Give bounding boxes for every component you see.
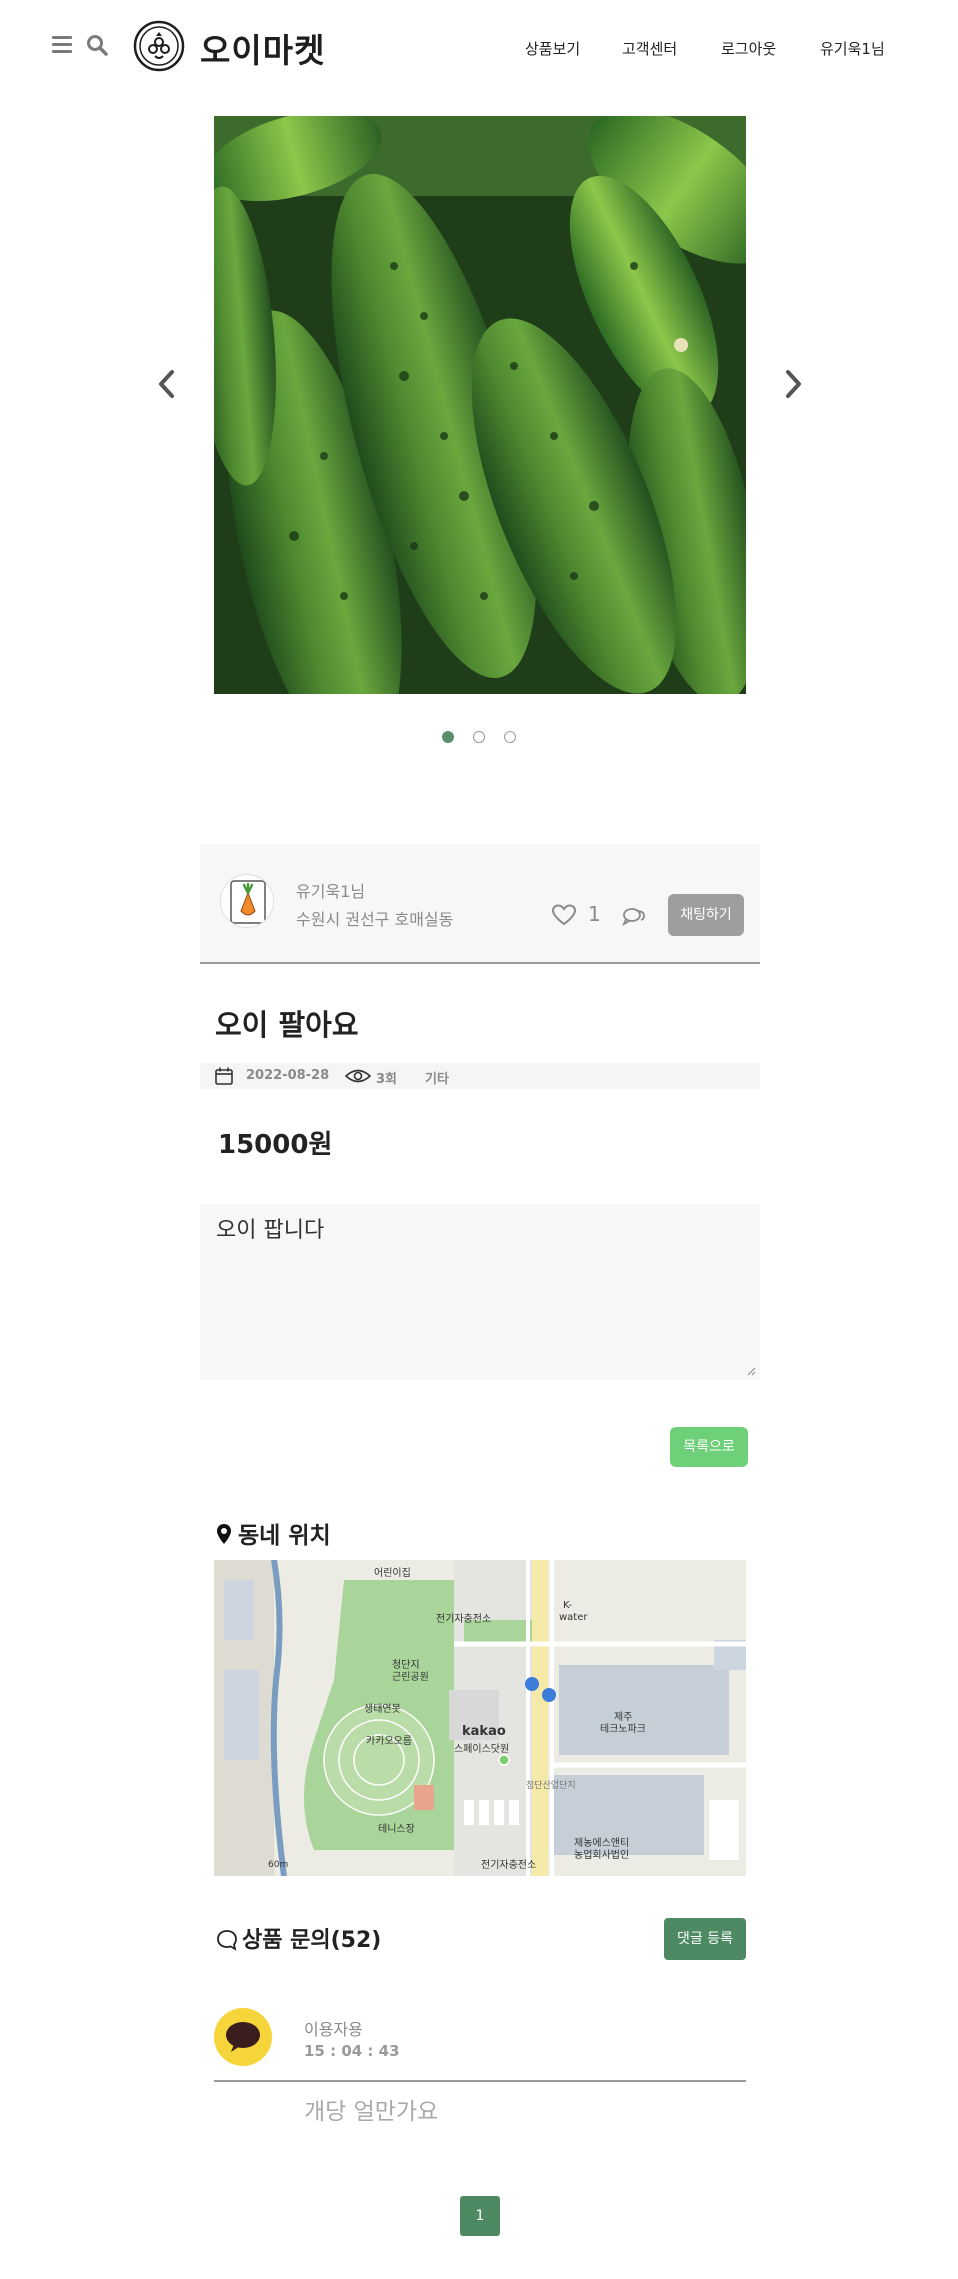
map-label: 전기자충전소 [481, 1860, 537, 1871]
comments-count: (52) [330, 1928, 382, 1953]
location-heading: 동네 위치 [216, 1516, 331, 1550]
seller-card: 유기욱1님 수원시 권선구 호매실동 1 채팅하기 [200, 844, 760, 964]
chat-bubble-icon[interactable] [622, 906, 646, 926]
menu-icon[interactable] [52, 36, 72, 53]
seller-location: 수원시 권선구 호매실동 [296, 910, 454, 929]
map-label: kakao [462, 1724, 506, 1739]
add-comment-button[interactable]: 댓글 등록 [664, 1918, 746, 1960]
carrot-icon [230, 880, 266, 924]
map-label: 생태연못 [364, 1704, 401, 1715]
resize-grip-icon [747, 1367, 756, 1376]
post-title: 오이 팔아요 [215, 1008, 359, 1042]
description-text: 오이 팝니다 [216, 1218, 325, 1243]
comment-bubble-icon [217, 1930, 237, 1951]
prev-arrow-icon[interactable] [152, 364, 182, 404]
post-category: 기타 [425, 1072, 449, 1087]
image-carousel [0, 116, 958, 756]
map-label: 테크노파크 [600, 1724, 646, 1735]
commenter-avatar [214, 2008, 272, 2066]
carousel-dot[interactable] [473, 731, 485, 743]
map-label: 첨단산업단지 [526, 1781, 576, 1791]
map-label: 근린공원 [392, 1672, 429, 1683]
map-label: 카카오오름 [366, 1736, 412, 1747]
header: 오이마켓 상품보기 고객센터 로그아웃 유기욱1님 [0, 0, 958, 96]
map-label: 어린이집 [374, 1568, 411, 1579]
brand-name[interactable]: 오이마켓 [200, 24, 325, 72]
carousel-dot[interactable] [504, 731, 517, 743]
map-label: 테니스장 [378, 1824, 415, 1835]
map-scale: 60m [268, 1860, 289, 1870]
nav-products[interactable]: 상품보기 [525, 38, 580, 59]
comments-heading-text: 상품 문의 [242, 1928, 331, 1953]
back-to-list-button[interactable]: 목록으로 [670, 1427, 748, 1467]
nav-logout[interactable]: 로그아웃 [721, 38, 776, 59]
map-pin-icon [217, 1524, 231, 1544]
nav-user[interactable]: 유기욱1님 [820, 38, 885, 59]
map-label: 전기자충전소 [436, 1614, 492, 1625]
seller-name: 유기욱1님 [296, 882, 366, 901]
post-meta: 2022-08-28 3회 기타 [200, 1063, 760, 1089]
heart-icon[interactable] [552, 904, 576, 926]
carousel-dot[interactable] [441, 731, 454, 743]
logo-icon[interactable] [133, 20, 185, 72]
description-box: 오이 팝니다 [200, 1204, 760, 1380]
pagination-page-button[interactable]: 1 [460, 2196, 500, 2236]
location-heading-text: 동네 위치 [238, 1523, 331, 1549]
post-price: 15000원 [218, 1130, 333, 1160]
map-label: water [559, 1612, 588, 1623]
comments-heading: 상품 문의(52) [216, 1922, 381, 1954]
eye-icon [345, 1069, 371, 1083]
comment-divider [214, 2080, 746, 2082]
comment-author: 이용자용 [304, 2020, 363, 2039]
post-date: 2022-08-28 [246, 1068, 330, 1083]
nav-customer-center[interactable]: 고객센터 [622, 38, 677, 59]
map-canvas [214, 1560, 746, 1876]
post-views: 3회 [376, 1072, 398, 1087]
product-photo [214, 116, 746, 694]
like-count: 1 [588, 902, 601, 926]
chat-button[interactable]: 채팅하기 [668, 894, 744, 936]
map-label: K- [563, 1600, 573, 1611]
carousel-indicators [0, 728, 958, 747]
calendar-icon [215, 1067, 233, 1085]
map-label: 스페이스닷원 [454, 1744, 510, 1755]
kakao-talk-icon [226, 2022, 260, 2052]
seller-avatar[interactable] [220, 874, 274, 928]
location-map[interactable]: 어린이집 전기자충전소 청단지 근린공원 K- water 생태연못 카카오오름… [214, 1560, 746, 1876]
comment-time: 15 : 04 : 43 [304, 2042, 400, 2060]
next-arrow-icon[interactable] [778, 364, 808, 404]
search-icon[interactable] [86, 34, 108, 56]
comment-text: 개당 얼만가요 [304, 2099, 439, 2125]
map-label: 농업회사법인 [574, 1850, 630, 1861]
